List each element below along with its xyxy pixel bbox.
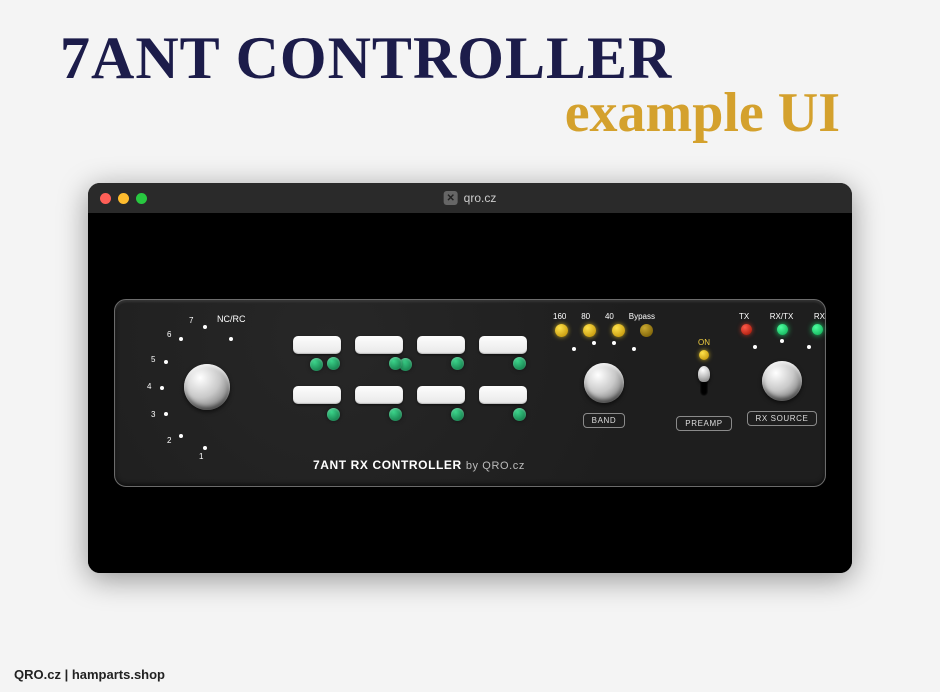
- antenna-button-grid: [293, 336, 543, 421]
- close-tab-icon[interactable]: ✕: [444, 191, 458, 205]
- band-label-80: 80: [581, 312, 590, 321]
- browser-url: qro.cz: [464, 191, 497, 205]
- antenna-selector: NC/RC 7 6 5 4 3 2 1: [137, 318, 277, 458]
- antenna-button[interactable]: [479, 386, 527, 404]
- window-maximize-button[interactable]: [136, 193, 147, 204]
- band-section-label: BAND: [583, 413, 626, 428]
- antenna-led: [513, 408, 526, 421]
- antenna-button[interactable]: [355, 386, 403, 404]
- antenna-led: [451, 408, 464, 421]
- band-label-40: 40: [605, 312, 614, 321]
- rx-label-rx: RX: [814, 312, 825, 321]
- antenna-button[interactable]: [355, 336, 403, 354]
- antenna-button[interactable]: [417, 386, 465, 404]
- page-footer: QRO.cz | hamparts.shop: [14, 667, 165, 682]
- rx-led-tx: [741, 324, 752, 335]
- device-model-label: 7ANT RX CONTROLLERby QRO.cz: [313, 458, 525, 472]
- antenna-led: [327, 357, 340, 370]
- band-led-bypass: [640, 324, 653, 337]
- band-label-160: 160: [553, 312, 566, 321]
- browser-titlebar: ✕ qro.cz: [88, 183, 852, 213]
- controller-panel: NC/RC 7 6 5 4 3 2 1: [114, 299, 826, 487]
- preamp-on-label: ON: [663, 338, 745, 347]
- window-minimize-button[interactable]: [118, 193, 129, 204]
- rx-label-tx: TX: [739, 312, 749, 321]
- rx-led-rxtx: [777, 324, 788, 335]
- antenna-pos-7: 7: [189, 316, 193, 325]
- preamp-toggle[interactable]: [696, 368, 712, 402]
- antenna-led: [451, 357, 464, 370]
- band-led-40: [612, 324, 625, 337]
- antenna-led: [389, 408, 402, 421]
- antenna-ncrc-label: NC/RC: [217, 314, 246, 324]
- antenna-led: [389, 357, 402, 370]
- rx-source-section: TX RX/TX RX RX SOURCE: [739, 312, 825, 426]
- preamp-led: [699, 350, 709, 360]
- rx-label-rxtx: RX/TX: [770, 312, 794, 321]
- band-label-bypass: Bypass: [629, 312, 655, 321]
- preamp-section: ON PREAMP: [663, 312, 745, 431]
- antenna-pos-6: 6: [167, 330, 171, 339]
- band-knob[interactable]: [584, 363, 624, 403]
- browser-viewport: NC/RC 7 6 5 4 3 2 1: [88, 213, 852, 573]
- antenna-pos-1: 1: [199, 452, 203, 461]
- antenna-knob[interactable]: [184, 364, 230, 410]
- antenna-led: [513, 357, 526, 370]
- band-led-160: [555, 324, 568, 337]
- antenna-pos-5: 5: [151, 355, 155, 364]
- rx-source-section-label: RX SOURCE: [747, 411, 818, 426]
- browser-address: ✕ qro.cz: [444, 191, 497, 205]
- antenna-pos-3: 3: [151, 410, 155, 419]
- antenna-button[interactable]: [417, 336, 465, 354]
- preamp-section-label: PREAMP: [676, 416, 731, 431]
- antenna-pos-4: 4: [147, 382, 151, 391]
- antenna-button[interactable]: [293, 386, 341, 404]
- band-section: 160 80 40 Bypass BAN: [551, 312, 657, 428]
- rx-led-rx: [812, 324, 823, 335]
- browser-window: ✕ qro.cz NC/RC 7 6 5 4 3 2: [88, 183, 852, 573]
- window-close-button[interactable]: [100, 193, 111, 204]
- antenna-button[interactable]: [293, 336, 341, 354]
- antenna-button[interactable]: [479, 336, 527, 354]
- band-led-80: [583, 324, 596, 337]
- antenna-led: [327, 408, 340, 421]
- antenna-pos-2: 2: [167, 436, 171, 445]
- rx-source-knob[interactable]: [762, 361, 802, 401]
